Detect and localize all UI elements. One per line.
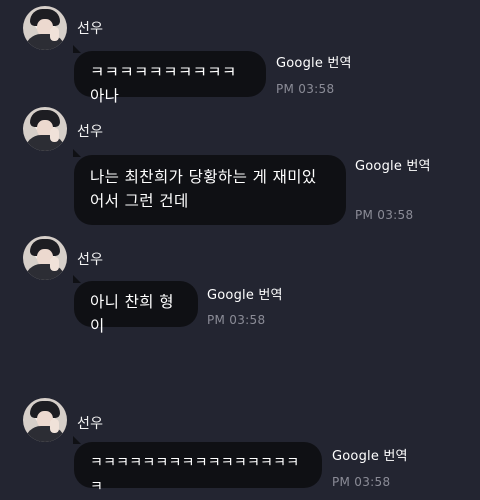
google-translate-link[interactable]: Google 번역 bbox=[276, 52, 352, 71]
avatar[interactable] bbox=[23, 236, 67, 280]
sender-name: 선우 bbox=[77, 416, 104, 432]
timestamp: PM 03:58 bbox=[355, 208, 414, 222]
avatar[interactable] bbox=[23, 107, 67, 151]
google-translate-link[interactable]: Google 번역 bbox=[207, 284, 283, 303]
timestamp: PM 03:58 bbox=[276, 82, 335, 96]
message-bubble[interactable]: 아니 찬희 형이 bbox=[73, 275, 198, 335]
message-bubble[interactable]: 나는 최찬희가 당황하는 게 재미있어서 그런 건데 bbox=[73, 149, 346, 225]
sender-name: 선우 bbox=[77, 252, 104, 268]
google-translate-link[interactable]: Google 번역 bbox=[355, 155, 431, 174]
sender-name: 선우 bbox=[77, 21, 104, 37]
timestamp: PM 03:58 bbox=[332, 475, 391, 489]
avatar[interactable] bbox=[23, 6, 67, 50]
message-bubble[interactable]: ㅋㅋㅋㅋㅋㅋㅋㅋㅋㅋ 아나 bbox=[73, 45, 266, 105]
timestamp: PM 03:58 bbox=[207, 313, 266, 327]
message-bubble[interactable]: ㅋㅋㅋㅋㅋㅋㅋㅋㅋㅋㅋㅋㅋㅋㅋㅋㅋ bbox=[73, 436, 322, 495]
google-translate-link[interactable]: Google 번역 bbox=[332, 445, 408, 464]
avatar[interactable] bbox=[23, 398, 67, 442]
sender-name: 선우 bbox=[77, 124, 104, 140]
